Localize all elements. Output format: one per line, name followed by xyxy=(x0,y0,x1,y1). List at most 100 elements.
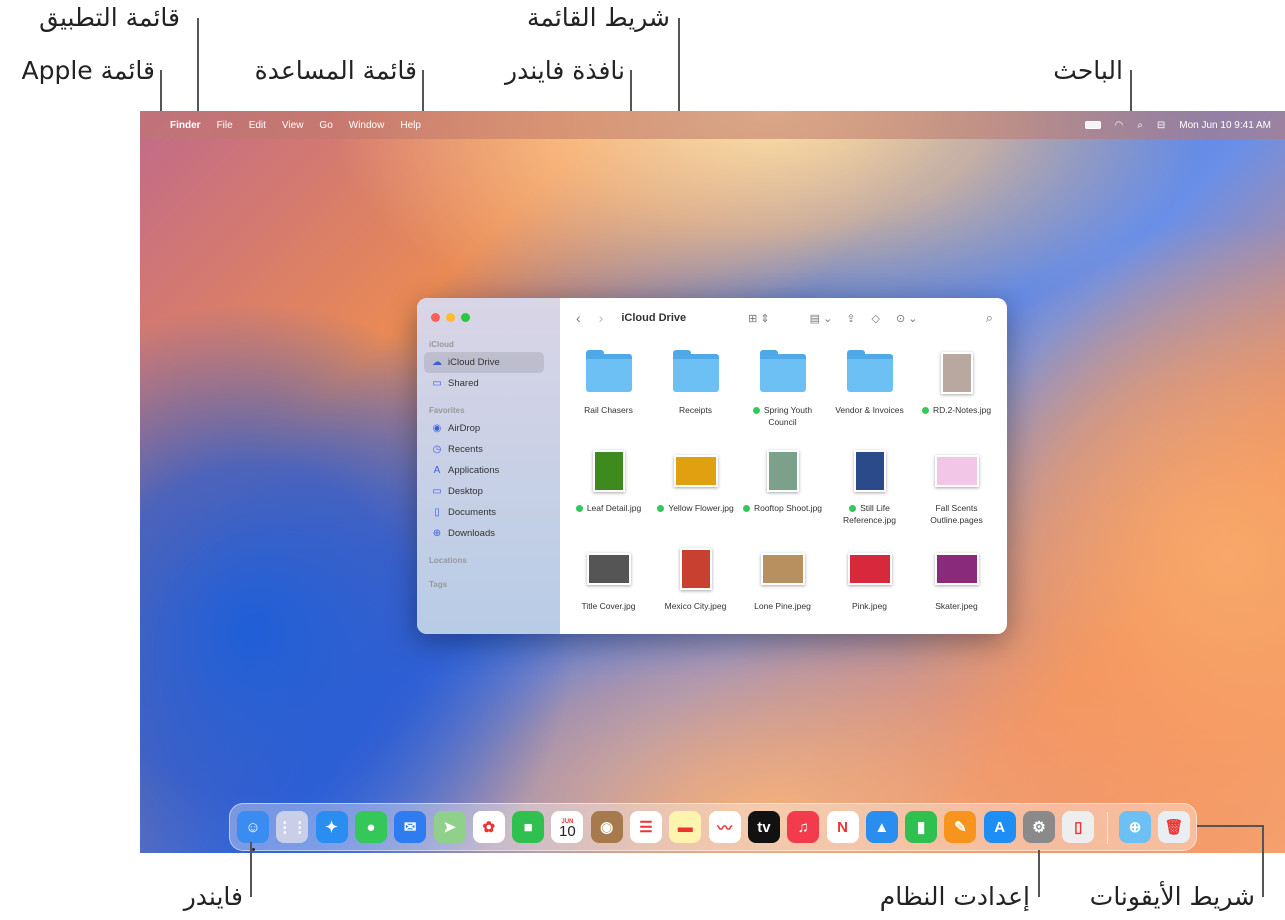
control-center-icon[interactable]: ⊟ xyxy=(1157,120,1165,131)
file-name: Lone Pine.jpeg xyxy=(754,601,811,611)
window-title: iCloud Drive xyxy=(621,312,687,324)
file-item[interactable]: Yellow Flower.jpg xyxy=(652,446,739,544)
finder-window: iCloud ☁ iCloud Drive ▭ Shared Favorites ◉ AirD… xyxy=(417,298,1007,634)
sidebar-item-icloud-drive[interactable]: ☁ iCloud Drive xyxy=(424,352,544,373)
dock-maps-icon[interactable]: ➤ xyxy=(433,811,466,843)
sidebar-item-airdrop[interactable]: ◉ AirDrop xyxy=(424,418,544,439)
tag-icon[interactable]: ◇ xyxy=(872,312,880,325)
dock-mail-icon[interactable]: ✉ xyxy=(394,811,427,843)
file-name: Yellow Flower.jpg xyxy=(668,503,734,513)
dock-freeform-icon[interactable]: 〰 xyxy=(708,811,741,843)
menu-go[interactable]: Go xyxy=(319,120,332,131)
dock-glyph: ✦ xyxy=(325,819,338,836)
dock-glyph: ● xyxy=(366,818,376,836)
dock-numbers-icon[interactable]: ▮ xyxy=(905,811,938,843)
menu-bar: Finder File Edit View Go Window Help ◠ ⌕… xyxy=(140,111,1285,139)
dock-glyph: 🗑 xyxy=(1164,819,1184,836)
dock-contacts-icon[interactable]: ◉ xyxy=(590,811,623,843)
file-name: Rail Chasers xyxy=(584,405,633,415)
annotation-menu-bar: شريط القائمة xyxy=(526,3,670,32)
image-thumbnail xyxy=(586,553,631,585)
dock-photos-icon[interactable]: ✿ xyxy=(472,811,505,843)
annotation-app-menu: قائمة التطبيق xyxy=(39,3,180,32)
file-name: Vendor & Invoices xyxy=(835,405,904,415)
file-item[interactable]: Receipts xyxy=(652,348,739,446)
file-name: Leaf Detail.jpg xyxy=(586,503,642,513)
menu-file[interactable]: File xyxy=(217,120,233,131)
file-item[interactable]: Title Cover.jpg xyxy=(565,544,652,634)
dock-safari-icon[interactable]: ✦ xyxy=(315,811,348,843)
document-icon: ▯ xyxy=(434,507,440,518)
file-item[interactable]: Pink.jpeg xyxy=(826,544,913,634)
dock-keynote-icon[interactable]: ▲ xyxy=(865,811,898,843)
more-actions-icon[interactable]: ⊙ ⌄ xyxy=(896,312,918,325)
spotlight-search-icon[interactable]: ⌕ xyxy=(1137,120,1143,131)
menu-view[interactable]: View xyxy=(282,120,304,131)
menu-finder[interactable]: Finder xyxy=(170,120,201,131)
group-icon[interactable]: ▤ ⌄ xyxy=(810,312,833,325)
dock-glyph: tv xyxy=(757,818,771,836)
dock-system-settings-icon[interactable]: ⚙ xyxy=(1023,811,1055,843)
file-item[interactable]: Mexico City.jpeg xyxy=(652,544,739,634)
dock-trash-icon[interactable]: 🗑 xyxy=(1158,811,1190,843)
file-item[interactable]: Rail Chasers xyxy=(565,348,652,446)
file-item[interactable]: Spring Youth Council xyxy=(739,348,826,446)
finder-toolbar: ‹ › iCloud Drive ⊞ ⇕ ▤ ⌄ ⇪ ◇ ⊙ ⌄ ⌕ xyxy=(560,298,1007,338)
file-item[interactable]: Still Life Reference.jpg xyxy=(826,446,913,544)
menu-help[interactable]: Help xyxy=(400,120,421,131)
dock-notes-icon[interactable]: ▬ xyxy=(669,811,702,843)
dock-downloads-folder-icon[interactable]: ⊕ xyxy=(1119,811,1151,843)
file-name: Fall Scents Outline.pages xyxy=(930,503,983,525)
download-icon: ⊕ xyxy=(432,528,442,539)
dock-tv-icon[interactable]: tv xyxy=(747,811,780,843)
sidebar-item-desktop[interactable]: ▭ Desktop xyxy=(424,481,544,502)
close-button[interactable] xyxy=(431,313,440,322)
search-icon[interactable]: ⌕ xyxy=(986,310,993,326)
folder-icon xyxy=(759,350,806,392)
green-tag-icon xyxy=(921,407,929,414)
dock-reminders-icon[interactable]: ☰ xyxy=(630,811,662,843)
menu-window[interactable]: Window xyxy=(349,120,385,131)
sidebar-section-locations: Locations xyxy=(429,556,467,565)
file-item[interactable]: Lone Pine.jpeg xyxy=(739,544,826,634)
sidebar-item-applications[interactable]: A Applications xyxy=(424,460,544,481)
file-item[interactable]: Skater.jpeg xyxy=(913,544,1000,634)
dock-iphone-mirroring-icon[interactable]: ▯ xyxy=(1062,811,1095,843)
forward-icon[interactable]: › xyxy=(599,310,604,326)
dock-calendar-icon[interactable]: JUN 10 xyxy=(551,811,584,843)
back-icon[interactable]: ‹ xyxy=(576,310,581,326)
clock[interactable]: Mon Jun 10 9:41 AM xyxy=(1179,120,1271,131)
running-indicator xyxy=(252,848,255,851)
share-icon[interactable]: ⇪ xyxy=(846,312,855,325)
file-item[interactable]: Leaf Detail.jpg xyxy=(565,446,652,544)
file-item[interactable]: Fall Scents Outline.pages xyxy=(913,446,1000,544)
dock-app-store-icon[interactable]: A xyxy=(983,811,1016,843)
file-item[interactable]: Rooftop Shoot.jpg xyxy=(739,446,826,544)
view-mode-icon[interactable]: ⊞ ⇕ xyxy=(748,312,770,325)
dock-facetime-icon[interactable]: ■ xyxy=(512,811,545,843)
dock-music-icon[interactable]: ♫ xyxy=(787,811,820,843)
file-item[interactable]: RD.2-Notes.jpg xyxy=(913,348,1000,446)
dock-glyph: ⋮⋮ xyxy=(277,819,308,836)
menu-edit[interactable]: Edit xyxy=(249,120,266,131)
green-tag-icon xyxy=(575,505,583,512)
sidebar-item-documents[interactable]: ▯ Documents xyxy=(424,502,544,523)
minimize-button[interactable] xyxy=(446,313,455,322)
sidebar-item-downloads[interactable]: ⊕ Downloads xyxy=(424,523,544,544)
image-thumbnail xyxy=(847,553,892,585)
sidebar-item-shared[interactable]: ▭ Shared xyxy=(424,373,544,394)
dock-finder-icon[interactable]: ☺ xyxy=(237,811,269,843)
file-name: Spring Youth Council xyxy=(763,405,813,427)
sidebar-item-recents[interactable]: ◷ Recents xyxy=(424,439,544,460)
dock-glyph: ✉ xyxy=(403,819,417,836)
zoom-button[interactable] xyxy=(461,313,470,322)
battery-icon[interactable] xyxy=(1084,121,1101,129)
dock-news-icon[interactable]: N xyxy=(826,811,859,843)
wifi-icon[interactable]: ◠ xyxy=(1115,120,1124,131)
file-item[interactable]: Vendor & Invoices xyxy=(826,348,913,446)
green-tag-icon xyxy=(742,505,750,512)
dock-messages-icon[interactable]: ● xyxy=(354,811,387,843)
dock-pages-icon[interactable]: ✎ xyxy=(944,811,977,843)
green-tag-icon xyxy=(657,505,665,512)
dock-launchpad-icon[interactable]: ⋮⋮ xyxy=(276,811,309,843)
